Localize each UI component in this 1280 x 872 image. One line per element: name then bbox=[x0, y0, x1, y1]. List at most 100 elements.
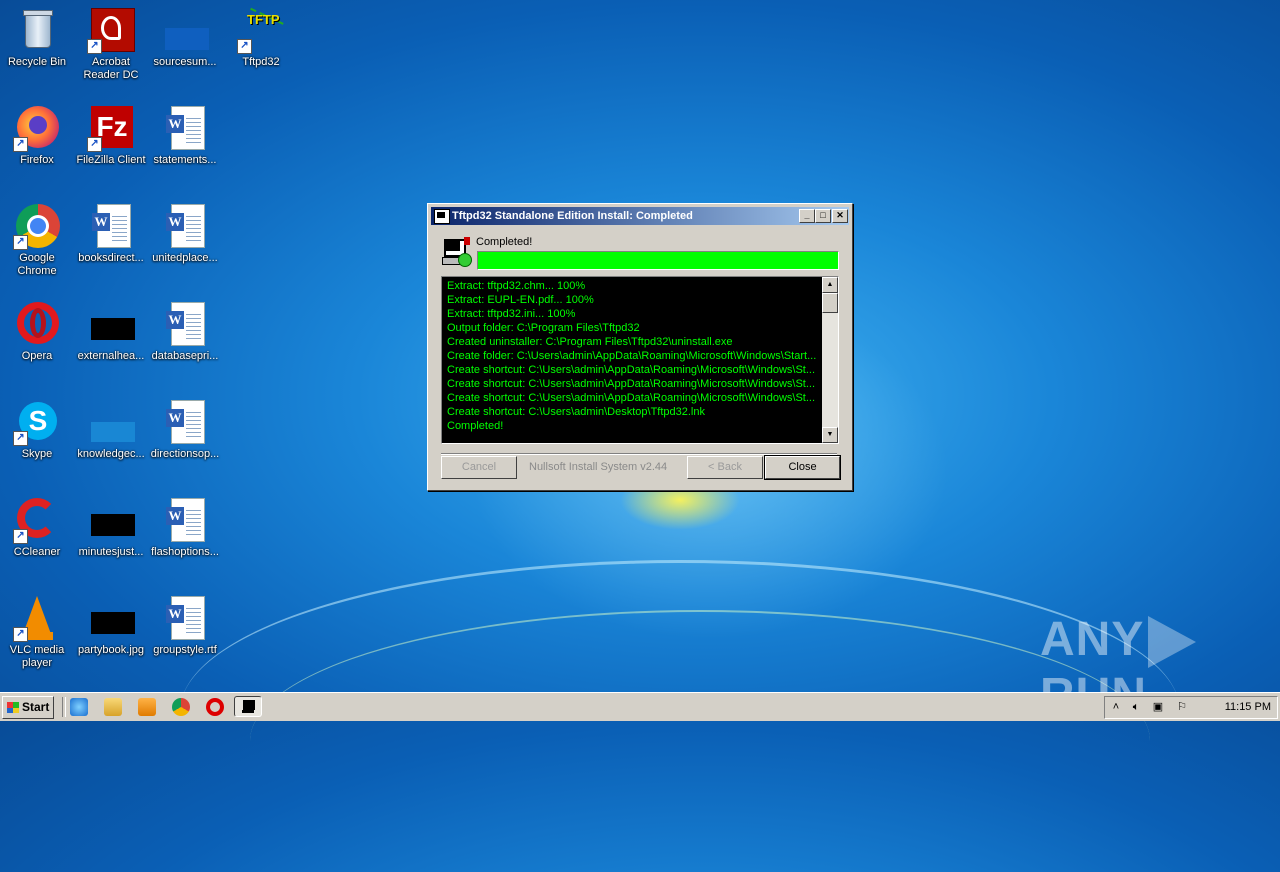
chrome-icon[interactable] bbox=[172, 698, 190, 716]
close-button[interactable]: Close bbox=[764, 455, 841, 480]
desktop-icon-label: Google Chrome bbox=[17, 252, 57, 277]
log-line: Create shortcut: C:\Users\admin\AppData\… bbox=[447, 364, 816, 376]
desktop-icon-label: Skype bbox=[21, 448, 53, 460]
log-line: Extract: EUPL-EN.pdf... 100% bbox=[447, 294, 594, 306]
log-scrollbar[interactable]: ▲ ▼ bbox=[822, 277, 838, 443]
system-tray: ˄ 🔈︎ ▣ ⚐ 11:15 PM bbox=[1104, 696, 1278, 719]
log-line: Created uninstaller: C:\Program Files\Tf… bbox=[447, 336, 733, 348]
log-line: Create folder: C:\Users\admin\AppData\Ro… bbox=[447, 350, 817, 362]
ccleaner-icon: ↗ bbox=[13, 496, 61, 544]
action-center-flag-icon[interactable]: ⚐ bbox=[1175, 700, 1189, 714]
desktop-icon-label: Tftpd32 bbox=[242, 56, 280, 68]
desktop-icon-minutesjust[interactable]: minutesjust... bbox=[74, 496, 148, 559]
watermark-left: ANY bbox=[1040, 613, 1145, 666]
taskbar-divider bbox=[62, 697, 66, 717]
desktop-icon-label: CCleaner bbox=[13, 546, 61, 558]
word-document-icon: W bbox=[161, 594, 209, 642]
tftpd32-icon: TFTP ↗ bbox=[237, 6, 285, 54]
scroll-down-arrow-icon[interactable]: ▼ bbox=[822, 427, 838, 443]
image-thumbnail-icon bbox=[87, 594, 135, 642]
desktop-icon-label: Opera bbox=[21, 350, 53, 362]
dialog-titlebar[interactable]: Tftpd32 Standalone Edition Install: Comp… bbox=[431, 207, 849, 225]
desktop-icon-booksdirect[interactable]: W booksdirect... bbox=[74, 202, 148, 265]
desktop-icon-label: Acrobat Reader DC bbox=[83, 56, 139, 81]
vlc-icon: ↗ bbox=[13, 594, 61, 642]
firefox-icon: ↗ bbox=[13, 104, 61, 152]
desktop-icon-label: FileZilla Client bbox=[76, 154, 146, 166]
network-icon[interactable]: ▣ bbox=[1151, 700, 1165, 714]
desktop-icon-databasepri[interactable]: W databasepri... bbox=[148, 300, 222, 363]
desktop-icon-label: knowledgec... bbox=[77, 448, 145, 460]
desktop-icon-label: flashoptions... bbox=[151, 546, 219, 558]
installer-computer-icon bbox=[442, 237, 472, 267]
installer-task-icon[interactable] bbox=[234, 696, 262, 717]
internet-explorer-icon[interactable] bbox=[70, 698, 88, 716]
play-icon bbox=[1148, 616, 1197, 669]
desktop-icon-filezilla[interactable]: Fz ↗ FileZilla Client bbox=[74, 104, 148, 167]
desktop-icon-directionsop[interactable]: W directionsop... bbox=[148, 398, 222, 461]
windows-flag-icon bbox=[7, 702, 19, 713]
nsis-branding: Nullsoft Install System v2.44 bbox=[529, 461, 668, 473]
desktop-icon-label: unitedplace... bbox=[152, 252, 218, 264]
close-window-button[interactable]: ✕ bbox=[832, 209, 848, 223]
recycle-bin-icon bbox=[13, 6, 61, 54]
desktop-icon-skype[interactable]: S ↗ Skype bbox=[0, 398, 74, 461]
install-status-text: Completed! bbox=[476, 236, 533, 248]
scroll-thumb[interactable] bbox=[822, 293, 838, 313]
log-line: Extract: tftpd32.ini... 100% bbox=[447, 308, 576, 320]
scroll-up-arrow-icon[interactable]: ▲ bbox=[822, 277, 838, 293]
desktop-icon-statements[interactable]: W statements... bbox=[148, 104, 222, 167]
image-thumbnail-icon bbox=[87, 496, 135, 544]
install-log[interactable]: Extract: tftpd32.chm... 100% Extract: EUP… bbox=[441, 276, 839, 444]
log-line: Extract: tftpd32.chm... 100% bbox=[447, 280, 586, 292]
log-line: Create shortcut: C:\Users\admin\AppData\… bbox=[447, 392, 816, 404]
wallpaper-swoosh-2 bbox=[250, 610, 1150, 872]
media-player-icon[interactable] bbox=[138, 698, 156, 716]
chrome-icon: ↗ bbox=[13, 202, 61, 250]
maximize-button[interactable]: □ bbox=[815, 209, 831, 223]
desktop-icon-label: minutesjust... bbox=[78, 546, 144, 558]
word-document-icon: W bbox=[161, 104, 209, 152]
desktop-icon-label: groupstyle.rtf bbox=[153, 644, 217, 656]
desktop-icon-label: directionsop... bbox=[150, 448, 220, 460]
image-thumbnail-icon bbox=[161, 6, 209, 54]
cancel-button[interactable]: Cancel bbox=[441, 456, 517, 479]
desktop-icon-recycle-bin[interactable]: Recycle Bin bbox=[0, 6, 74, 69]
log-line: Output folder: C:\Program Files\Tftpd32 bbox=[447, 322, 640, 334]
desktop-icon-groupstyle[interactable]: W groupstyle.rtf bbox=[148, 594, 222, 657]
desktop-icon-firefox[interactable]: ↗ Firefox bbox=[0, 104, 74, 167]
desktop-icon-label: Recycle Bin bbox=[7, 56, 67, 68]
log-line: Create shortcut: C:\Users\admin\AppData\… bbox=[447, 378, 816, 390]
desktop-icon-externalhea[interactable]: externalhea... bbox=[74, 300, 148, 363]
clock[interactable]: 11:15 PM bbox=[1225, 697, 1271, 718]
desktop-icon-label: partybook.jpg bbox=[77, 644, 145, 656]
speaker-icon[interactable]: 🔈︎ bbox=[1129, 700, 1143, 714]
desktop-icon-label: statements... bbox=[153, 154, 217, 166]
install-log-lines: Extract: tftpd32.chm... 100% Extract: EUP… bbox=[447, 279, 819, 433]
desktop-icon-acrobat-reader[interactable]: ↗ Acrobat Reader DC bbox=[74, 6, 148, 82]
desktop-icon-vlc[interactable]: ↗ VLC media player bbox=[0, 594, 74, 670]
desktop-icon-unitedplace[interactable]: W unitedplace... bbox=[148, 202, 222, 265]
desktop-icon-tftpd32[interactable]: TFTP ↗ Tftpd32 bbox=[224, 6, 298, 69]
show-hidden-icons-arrow-icon[interactable]: ˄ bbox=[1109, 700, 1123, 714]
install-progress-bar bbox=[477, 251, 839, 270]
desktop-icon-sourcesum[interactable]: sourcesum... bbox=[148, 6, 222, 69]
start-button[interactable]: Start bbox=[2, 696, 54, 719]
word-document-icon: W bbox=[161, 300, 209, 348]
desktop-icon-partybook[interactable]: partybook.jpg bbox=[74, 594, 148, 657]
dialog-title: Tftpd32 Standalone Edition Install: Comp… bbox=[452, 210, 693, 222]
opera-icon[interactable] bbox=[206, 698, 224, 716]
desktop-icon-ccleaner[interactable]: ↗ CCleaner bbox=[0, 496, 74, 559]
desktop-icon-knowledgec[interactable]: knowledgec... bbox=[74, 398, 148, 461]
explorer-icon[interactable] bbox=[104, 698, 122, 716]
minimize-button[interactable]: _ bbox=[799, 209, 815, 223]
back-button[interactable]: < Back bbox=[687, 456, 763, 479]
filezilla-icon: Fz ↗ bbox=[87, 104, 135, 152]
log-line: Create shortcut: C:\Users\admin\Desktop\… bbox=[447, 406, 705, 418]
desktop-icon-opera[interactable]: Opera bbox=[0, 300, 74, 363]
desktop-icon-google-chrome[interactable]: ↗ Google Chrome bbox=[0, 202, 74, 278]
word-document-icon: W bbox=[161, 202, 209, 250]
desktop-icon-flashoptions[interactable]: W flashoptions... bbox=[148, 496, 222, 559]
image-thumbnail-icon bbox=[87, 300, 135, 348]
taskbar: Start ˄ 🔈︎ ▣ ⚐ 11:15 PM bbox=[0, 692, 1280, 721]
